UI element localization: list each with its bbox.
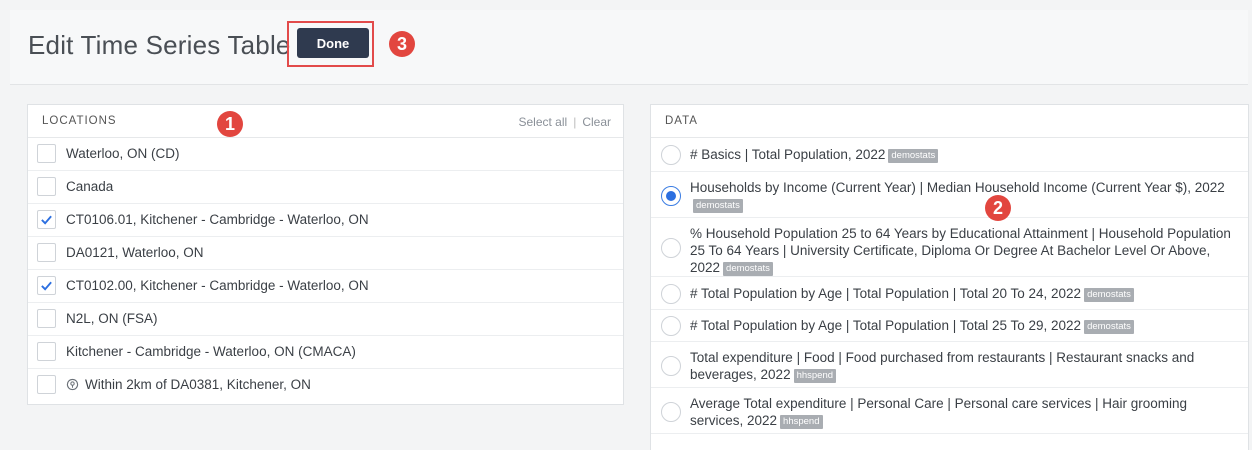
source-badge: hhspend xyxy=(780,415,823,429)
data-item-label: Households by Income (Current Year) | Me… xyxy=(690,179,1236,213)
location-label: DA0121, Waterloo, ON xyxy=(66,245,204,260)
location-label-text: Kitchener - Cambridge - Waterloo, ON (CM… xyxy=(66,344,356,359)
locations-list: Waterloo, ON (CD) Canada CT0106.01, Kitche… xyxy=(28,138,623,402)
callout-2-badge: 2 xyxy=(985,195,1011,221)
data-row[interactable]: Average Total expenditure | Personal Car… xyxy=(651,388,1248,434)
location-label: CT0106.01, Kitchener - Cambridge - Water… xyxy=(66,212,369,227)
data-item-text: # Total Population by Age | Total Popula… xyxy=(690,318,1082,333)
data-panel-title: DATA xyxy=(665,115,698,127)
locations-panel-header: LOCATIONS Select all | Clear xyxy=(28,105,623,138)
done-button[interactable]: Done xyxy=(297,28,369,58)
page-title: Edit Time Series Table xyxy=(28,30,291,60)
checkbox-checked[interactable] xyxy=(37,210,56,229)
select-all-link[interactable]: Select all xyxy=(518,115,567,129)
source-badge: demostats xyxy=(693,199,743,213)
radio-button[interactable] xyxy=(661,356,681,376)
data-item-text: Total expenditure | Food | Food purchase… xyxy=(690,350,1195,382)
checkbox[interactable] xyxy=(37,177,56,196)
checkbox[interactable] xyxy=(37,243,56,262)
checkbox[interactable] xyxy=(37,342,56,361)
location-row[interactable]: Canada xyxy=(28,171,623,204)
source-badge: demostats xyxy=(1084,288,1134,302)
locations-panel-actions: Select all | Clear xyxy=(518,115,611,129)
location-label: N2L, ON (FSA) xyxy=(66,311,158,326)
data-item-label: Average Total expenditure | Personal Car… xyxy=(690,395,1236,429)
location-label-text: N2L, ON (FSA) xyxy=(66,311,158,326)
location-row[interactable]: DA0121, Waterloo, ON xyxy=(28,237,623,270)
location-label: Kitchener - Cambridge - Waterloo, ON (CM… xyxy=(66,344,356,359)
checkmark-icon xyxy=(40,213,53,226)
data-item-label: # Basics | Total Population, 2022 demosta… xyxy=(690,146,1236,163)
location-label-text: CT0102.00, Kitchener - Cambridge - Water… xyxy=(66,278,369,293)
location-pin-icon xyxy=(66,377,85,392)
location-row[interactable]: Waterloo, ON (CD) xyxy=(28,138,623,171)
location-row[interactable]: CT0106.01, Kitchener - Cambridge - Water… xyxy=(28,204,623,237)
location-row[interactable]: N2L, ON (FSA) xyxy=(28,303,623,336)
location-label-text: CT0106.01, Kitchener - Cambridge - Water… xyxy=(66,212,369,227)
checkmark-icon xyxy=(40,279,53,292)
location-label-text: Canada xyxy=(66,179,114,194)
radio-selected[interactable] xyxy=(661,186,681,206)
location-label-text: DA0121, Waterloo, ON xyxy=(66,245,204,260)
data-row[interactable]: # Total Population by Age | Total Popula… xyxy=(651,277,1248,310)
data-item-text: # Basics | Total Population, 2022 xyxy=(690,147,886,162)
checkbox[interactable] xyxy=(37,309,56,328)
radio-button[interactable] xyxy=(661,284,681,304)
data-panel: DATA # Basics | Total Population, 2022 de… xyxy=(650,104,1249,450)
page-header: Edit Time Series Table xyxy=(10,10,1248,85)
location-label-text: Within 2km of DA0381, Kitchener, ON xyxy=(85,377,311,392)
location-label: Canada xyxy=(66,179,113,194)
data-list: # Basics | Total Population, 2022 demosta… xyxy=(651,138,1248,434)
actions-separator: | xyxy=(573,115,577,129)
source-badge: demostats xyxy=(1084,320,1134,334)
location-row[interactable]: Within 2km of DA0381, Kitchener, ON xyxy=(28,369,623,402)
data-panel-header: DATA xyxy=(651,105,1248,138)
data-item-label: Total expenditure | Food | Food purchase… xyxy=(690,349,1236,383)
radio-button[interactable] xyxy=(661,402,681,422)
radio-button[interactable] xyxy=(661,238,681,258)
radio-button[interactable] xyxy=(661,145,681,165)
data-item-text: Average Total expenditure | Personal Car… xyxy=(690,396,1188,428)
callout-3-badge: 3 xyxy=(389,31,415,57)
locations-panel-title: LOCATIONS xyxy=(42,115,117,127)
clear-link[interactable]: Clear xyxy=(582,115,611,129)
data-item-label: # Total Population by Age | Total Popula… xyxy=(690,317,1236,334)
location-row[interactable]: CT0102.00, Kitchener - Cambridge - Water… xyxy=(28,270,623,303)
radio-button[interactable] xyxy=(661,316,681,336)
callout-1-badge: 1 xyxy=(217,111,243,137)
data-item-text: # Total Population by Age | Total Popula… xyxy=(690,286,1082,301)
locations-panel: LOCATIONS Select all | Clear Waterloo, ON … xyxy=(27,104,624,405)
location-label: Within 2km of DA0381, Kitchener, ON xyxy=(66,377,311,392)
source-badge: hhspend xyxy=(793,369,837,383)
data-row[interactable]: # Basics | Total Population, 2022 demosta… xyxy=(651,138,1248,172)
data-item-label: # Total Population by Age | Total Popula… xyxy=(690,285,1236,302)
data-row[interactable]: Total expenditure | Food | Food purchase… xyxy=(651,342,1248,388)
checkbox[interactable] xyxy=(37,144,56,163)
checkbox-checked[interactable] xyxy=(37,276,56,295)
data-row[interactable]: # Total Population by Age | Total Popula… xyxy=(651,310,1248,342)
checkbox[interactable] xyxy=(37,375,56,394)
location-label-text: Waterloo, ON (CD) xyxy=(66,146,180,161)
data-item-label: % Household Population 25 to 64 Years by… xyxy=(690,225,1236,276)
data-row[interactable]: % Household Population 25 to 64 Years by… xyxy=(651,218,1248,277)
source-badge: demostats xyxy=(888,149,939,163)
source-badge: demostats xyxy=(723,262,773,276)
data-row[interactable]: Households by Income (Current Year) | Me… xyxy=(651,172,1248,218)
location-label: CT0102.00, Kitchener - Cambridge - Water… xyxy=(66,278,369,293)
data-item-text: Households by Income (Current Year) | Me… xyxy=(690,180,1225,195)
location-row[interactable]: Kitchener - Cambridge - Waterloo, ON (CM… xyxy=(28,336,623,369)
location-label: Waterloo, ON (CD) xyxy=(66,146,180,161)
